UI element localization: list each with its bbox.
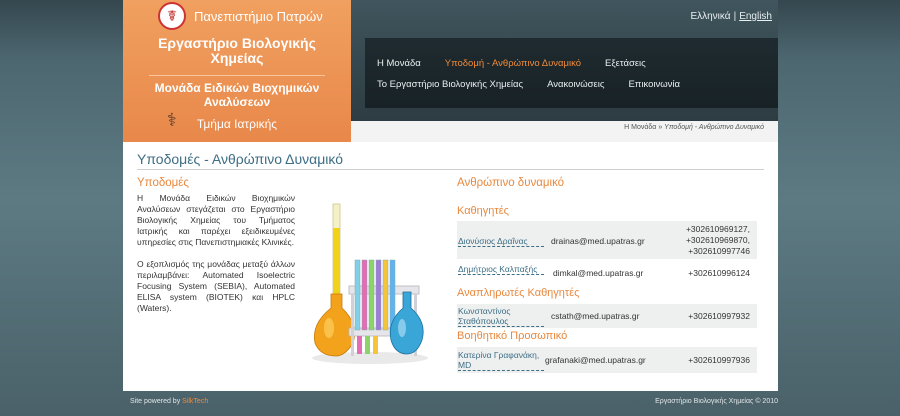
staff-phone: +302610997936 [688,355,750,365]
staff-phone-list: +302610969127, +302610969870, +302610997… [686,224,750,257]
nav-item-contact[interactable]: Επικοινωνία [628,79,680,90]
site-logo-block[interactable]: ☤ Πανεπιστήμιο Πατρών Εργαστήριο Βιολογι… [123,0,351,142]
infrastructure-paragraph-1: Η Μονάδα Ειδικών Βιοχημικών Αναλύσεων στ… [137,193,295,247]
staff-email: grafanaki@med.upatras.gr [545,355,646,365]
nav-item-infrastructure[interactable]: Υποδομή - Ανθρώπινο Δυναμικό [445,58,581,69]
university-name: Πανεπιστήμιο Πατρών [194,8,323,24]
staff-phone: +302610997932 [688,311,750,321]
footer-powered-link[interactable]: SilkTech [182,398,208,405]
staff-email: drainas@med.upatras.gr [551,236,645,246]
lang-english-link[interactable]: English [739,11,772,22]
staff-name-link[interactable]: Κωνσταντίνος Σταθόπουλος [458,306,544,327]
staff-name-link[interactable]: Δημήτριος Καλπαξής [458,264,544,275]
group-support-heading: Βοηθητικό Προσωπικό [457,330,568,342]
staff-row: Κωνσταντίνος Σταθόπουλος cstath@med.upat… [457,304,757,328]
nav-item-announcements[interactable]: Ανακοινώσεις [547,79,604,90]
nav-row-1: Η Μονάδα Υποδομή - Ανθρώπινο Δυναμικό Εξετ… [377,58,670,69]
language-switcher: Ελληνικά | English [690,11,772,22]
university-row: ☤ Πανεπιστήμιο Πατρών [158,2,323,30]
nav-item-lab[interactable]: Το Εργαστήριο Βιολογικής Χημείας [377,79,523,90]
department-name: Τμήμα Ιατρικής [196,117,278,131]
staff-name-link[interactable]: Διονύσιος Δραΐνας [458,236,544,247]
breadcrumb-separator: » [658,124,663,131]
main-navigation: Η Μονάδα Υποδομή - Ανθρώπινο Δυναμικό Εξετ… [365,38,778,108]
lab-glassware-illustration [312,203,428,364]
nav-row-2: Το Εργαστήριο Βιολογικής Χημείας Ανακοινώ… [377,79,704,90]
staff-email: cstath@med.upatras.gr [551,311,640,321]
breadcrumb-home-link[interactable]: Η Μονάδα [624,124,656,131]
staff-phone: +302610996124 [688,268,750,278]
group-professors-heading: Καθηγητές [457,205,509,217]
staff-row: Διονύσιος Δραΐνας drainas@med.upatras.gr… [457,221,757,259]
breadcrumb: Η Μονάδα » Υποδομή - Ανθρώπινο Δυναμικό [624,124,764,131]
page-container: Ελληνικά | English Η Μονάδα Υποδομή - Ανθρώ… [123,0,778,391]
staff-heading: Ανθρώπινο δυναμικό [457,177,565,189]
nav-item-unit[interactable]: Η Μονάδα [377,58,421,69]
nav-item-tests[interactable]: Εξετάσεις [605,58,646,69]
staff-phone: +302610969127, [685,224,750,234]
footer-powered-text: Site powered by [130,398,181,405]
lab-title: Εργαστήριο Βιολογικής Χημείας [158,35,316,66]
staff-row: Δημήτριος Καλπαξής dimkal@med.upatras.gr… [457,262,757,286]
staff-phone: +302610969870, [685,235,750,245]
staff-email: dimkal@med.upatras.gr [553,268,644,278]
lang-greek-link[interactable]: Ελληνικά [690,11,730,22]
staff-phone: +302610997746 [688,246,750,256]
unit-title: Μονάδα Ειδικών Βιοχημικών Αναλύσεων [154,81,320,109]
title-rule [137,169,764,170]
university-seal-icon: ☤ [158,2,186,30]
logo-divider [149,75,325,76]
infrastructure-text: Η Μονάδα Ειδικών Βιοχημικών Αναλύσεων στ… [137,193,295,325]
infrastructure-paragraph-2: Ο εξοπλισμός της μονάδας μεταξύ άλλων πε… [137,259,295,313]
page-title: Υποδομές - Ανθρώπινο Δυναμικό [137,151,344,167]
breadcrumb-current: Υποδομή - Ανθρώπινο Δυναμικό [664,124,764,131]
footer: Site powered by SilkTech Εργαστήριο Βιολ… [130,398,778,405]
staff-row: Κατερίνα Γραφανάκη, MD grafanaki@med.upa… [457,347,757,373]
infrastructure-heading: Υποδομές [137,177,189,189]
staff-name-link[interactable]: Κατερίνα Γραφανάκη, MD [458,350,544,371]
group-associate-heading: Αναπληρωτές Καθηγητές [457,287,580,299]
lang-separator: | [733,11,737,22]
footer-copyright: Εργαστήριο Βιολογικής Χημείας © 2010 [655,398,778,405]
